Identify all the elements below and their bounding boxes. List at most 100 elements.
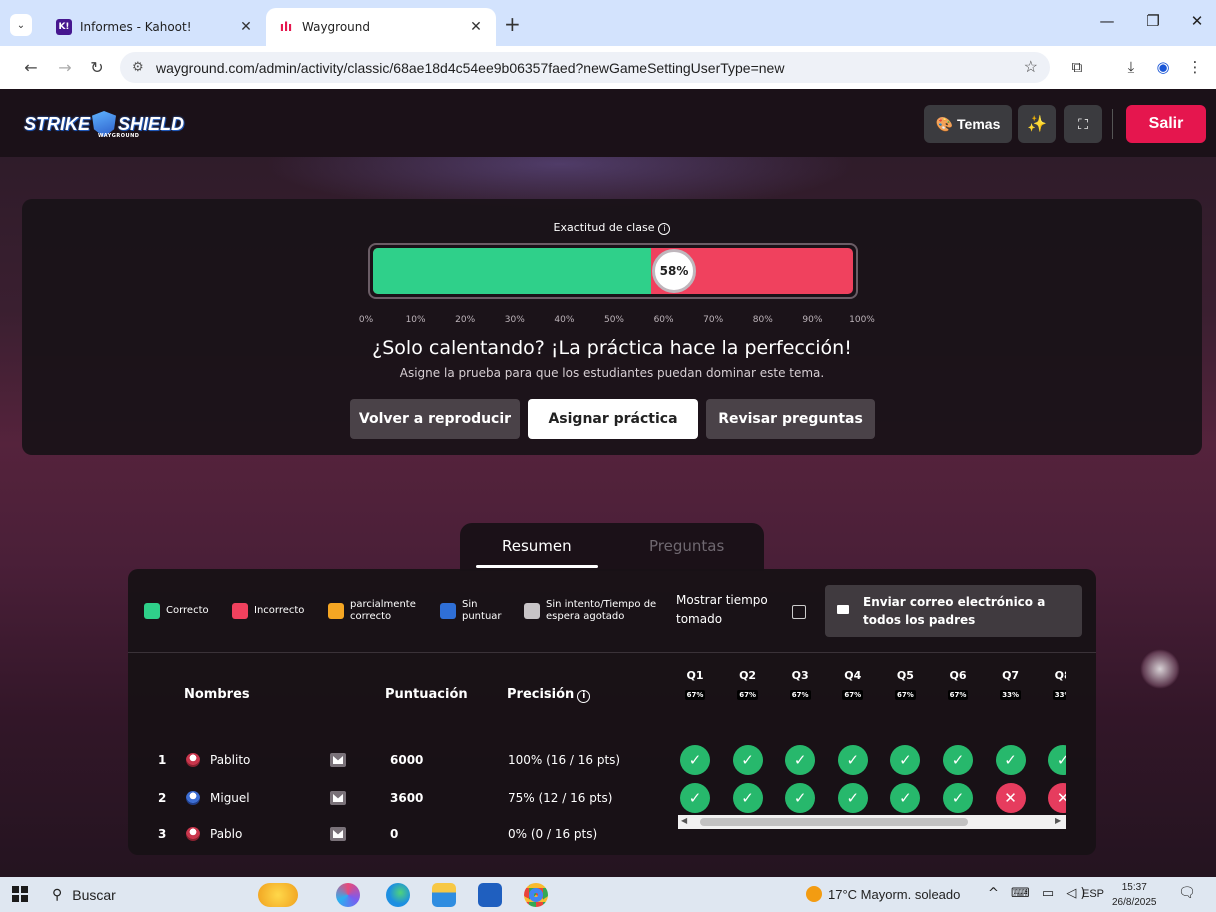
answer-correct-icon[interactable]: ✓ xyxy=(837,745,868,775)
answer-correct-icon[interactable]: ✓ xyxy=(785,745,816,775)
search-icon: ⚲ xyxy=(52,886,63,902)
taskbar-search[interactable]: ⚲ Buscar xyxy=(44,881,224,908)
fullscreen-button[interactable]: ⛶ xyxy=(1064,105,1102,143)
edge-icon[interactable] xyxy=(386,883,410,907)
email-parent-icon[interactable] xyxy=(330,827,346,841)
show-time-checkbox[interactable] xyxy=(792,605,806,619)
scrollbar-thumb[interactable] xyxy=(700,818,968,826)
copilot-sparkle-icon[interactable] xyxy=(258,883,298,907)
download-icon[interactable]: ⤓ xyxy=(1120,58,1142,76)
forward-icon[interactable]: → xyxy=(54,58,76,77)
themes-button[interactable]: 🎨 Temas xyxy=(924,105,1012,143)
language-indicator[interactable]: ESP xyxy=(1082,888,1104,900)
scale-tick-label: 0% xyxy=(358,315,374,325)
scale-tick-label: 50% xyxy=(603,315,624,325)
profile-icon[interactable]: ◉ xyxy=(1152,58,1174,76)
legend-label: Sin puntuar xyxy=(462,599,502,622)
answer-correct-icon[interactable]: ✓ xyxy=(785,783,816,813)
answer-correct-icon[interactable]: ✓ xyxy=(995,745,1026,775)
tab-search-button[interactable]: ⌄ xyxy=(10,14,32,36)
answer-correct-icon[interactable]: ✓ xyxy=(943,783,973,813)
student-name[interactable]: Pablito xyxy=(210,753,250,767)
kahoot-favicon-icon: K! xyxy=(56,19,72,35)
minimize-icon[interactable]: — xyxy=(1092,12,1122,30)
report-tabs: Resumen Preguntas xyxy=(460,523,764,571)
email-parent-icon[interactable] xyxy=(330,791,346,805)
palette-icon: 🎨 xyxy=(935,115,954,132)
file-explorer-icon[interactable] xyxy=(432,883,456,907)
column-header-precision[interactable]: Precisión i xyxy=(507,687,591,703)
email-parent-icon[interactable] xyxy=(330,753,346,767)
horizontal-scrollbar[interactable]: ◀ ▶ xyxy=(678,815,1066,829)
info-icon[interactable]: i xyxy=(658,223,671,235)
address-bar[interactable]: ⚙ wayground.com/admin/activity/classic/6… xyxy=(120,52,1050,83)
browser-tab-kahoot[interactable]: K! Informes - Kahoot! ✕ xyxy=(44,8,266,46)
question-grid[interactable]: Q1 67% Q2 67% Q3 67% Q4 67% Q5 67% Q6 67% Q7 33% Q8 33%… xyxy=(678,665,1066,823)
answer-correct-icon[interactable]: ✓ xyxy=(890,783,921,813)
reload-icon[interactable]: ↻ xyxy=(86,58,108,77)
extensions-icon[interactable]: ⧉ xyxy=(1066,58,1088,76)
student-name[interactable]: Miguel xyxy=(210,791,250,805)
question-accuracy: 67% xyxy=(895,690,916,700)
back-icon[interactable]: ← xyxy=(20,58,42,77)
chrome-icon[interactable] xyxy=(524,883,548,907)
windows-start-icon[interactable] xyxy=(12,886,28,902)
scale-tick-label: 20% xyxy=(455,315,476,325)
question-header[interactable]: Q1 67% xyxy=(680,669,710,701)
answer-incorrect-icon[interactable]: ✕ xyxy=(995,783,1026,813)
answer-correct-icon[interactable]: ✓ xyxy=(837,783,868,813)
column-header-score[interactable]: Puntuación xyxy=(385,687,468,702)
question-header[interactable]: Q7 33% xyxy=(996,669,1026,701)
student-name[interactable]: Pablo xyxy=(210,827,242,841)
tab-questions[interactable]: Preguntas xyxy=(649,537,724,555)
system-tray-icons[interactable]: ^ ⌨ ▭ ◁) xyxy=(988,886,1089,901)
email-all-parents-button[interactable]: Enviar correo electrónico a todos los pa… xyxy=(825,585,1082,637)
close-tab-icon[interactable]: ✕ xyxy=(238,19,254,35)
weather-text[interactable]: 17°C Mayorm. soleado xyxy=(828,887,960,902)
close-window-icon[interactable]: ✕ xyxy=(1182,12,1212,30)
answer-correct-icon[interactable]: ✓ xyxy=(680,783,710,813)
answer-legend: Correcto Incorrecto parcialmente correct… xyxy=(128,569,1096,653)
scale-tick-label: 40% xyxy=(554,315,575,325)
answer-incorrect-icon[interactable]: ✕ xyxy=(1048,783,1066,813)
word-icon[interactable] xyxy=(478,883,502,907)
answer-correct-icon[interactable]: ✓ xyxy=(943,745,973,775)
exit-button[interactable]: Salir xyxy=(1126,105,1206,143)
copilot-icon[interactable] xyxy=(336,883,360,907)
scroll-left-icon[interactable]: ◀ xyxy=(681,816,687,825)
effects-button[interactable]: ✨ xyxy=(1018,105,1056,143)
answer-correct-icon[interactable]: ✓ xyxy=(890,745,921,775)
menu-kebab-icon[interactable]: ⋮ xyxy=(1184,58,1206,76)
answer-correct-icon[interactable]: ✓ xyxy=(732,745,763,775)
bookmark-star-icon[interactable]: ☆ xyxy=(1024,57,1038,77)
question-accuracy: 67% xyxy=(789,690,811,700)
assign-practice-button[interactable]: Asignar práctica xyxy=(528,399,698,439)
scroll-right-icon[interactable]: ▶ xyxy=(1055,816,1061,825)
legend-unscored: Sin puntuar xyxy=(440,599,514,623)
close-tab-icon[interactable]: ✕ xyxy=(468,19,484,35)
review-questions-button[interactable]: Revisar preguntas xyxy=(706,399,875,439)
info-icon[interactable]: i xyxy=(577,690,591,703)
legend-no-attempt: Sin intento/Tiempo de espera agotado xyxy=(524,599,672,623)
legend-correct: Correcto xyxy=(144,603,209,619)
question-header[interactable]: Q2 67% xyxy=(733,669,763,701)
site-settings-icon[interactable]: ⚙ xyxy=(132,59,144,75)
question-header[interactable]: Q6 67% xyxy=(943,669,973,701)
answer-correct-icon[interactable]: ✓ xyxy=(732,783,763,813)
decorative-glow xyxy=(1140,649,1180,689)
answer-correct-icon[interactable]: ✓ xyxy=(1048,745,1066,775)
question-header[interactable]: Q4 67% xyxy=(838,669,868,701)
restore-icon[interactable]: ❐ xyxy=(1138,12,1168,30)
tab-summary[interactable]: Resumen xyxy=(502,537,572,555)
answer-correct-icon[interactable]: ✓ xyxy=(680,745,710,775)
question-header[interactable]: Q8 33% xyxy=(1048,669,1066,701)
question-header[interactable]: Q5 67% xyxy=(890,669,920,701)
new-tab-button[interactable]: + xyxy=(504,12,521,36)
replay-button[interactable]: Volver a reproducir xyxy=(350,399,520,439)
browser-tab-wayground[interactable]: ılı Wayground ✕ xyxy=(266,8,496,46)
accuracy-fill xyxy=(373,248,652,294)
taskbar-clock[interactable]: 15:37 26/8/2025 xyxy=(1112,880,1157,910)
notifications-icon[interactable]: 🗨 xyxy=(1178,885,1196,901)
clock-time: 15:37 xyxy=(1121,882,1147,893)
question-header[interactable]: Q3 67% xyxy=(785,669,815,701)
